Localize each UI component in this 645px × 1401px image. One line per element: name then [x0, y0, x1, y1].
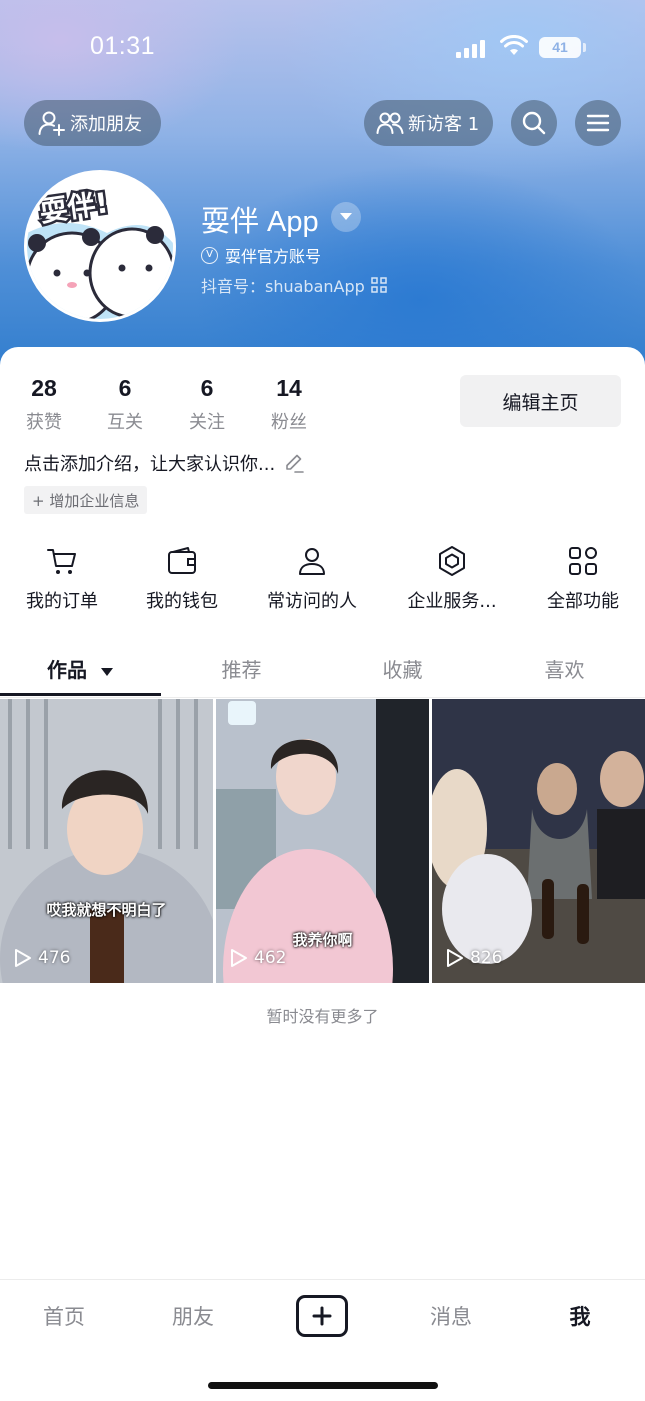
cellular-signal-icon — [456, 38, 486, 58]
stat-label: 互关 — [107, 412, 143, 433]
play-icon — [447, 949, 463, 967]
play-icon — [231, 949, 247, 967]
mascot-logo: 耍伴! — [27, 173, 173, 319]
add-enterprise-info-button[interactable]: + 增加企业信息 — [24, 486, 148, 514]
play-count-value: 826 — [470, 948, 503, 968]
video-caption: 我养你啊 — [292, 931, 353, 949]
stat-followers[interactable]: 14 粉丝 — [269, 375, 309, 434]
stat-value: 14 — [276, 375, 302, 401]
status-time: 01:31 — [90, 32, 156, 60]
nav-friends[interactable]: 朋友 — [153, 1301, 233, 1331]
play-count-value: 476 — [38, 948, 71, 968]
stat-value: 28 — [31, 375, 57, 401]
status-bar: 01:31 41 — [0, 0, 645, 95]
stat-label: 粉丝 — [271, 412, 307, 433]
stat-following[interactable]: 6 关注 — [187, 375, 227, 434]
video-thumbnail[interactable]: 我养你啊 462 — [216, 699, 429, 983]
add-person-icon — [38, 111, 65, 136]
wifi-icon — [500, 35, 528, 55]
tab-label: 作品 — [47, 658, 88, 682]
stat-value: 6 — [200, 375, 214, 401]
account-switch-button[interactable] — [331, 202, 361, 232]
edit-pencil-icon — [286, 454, 304, 473]
profile-name: 耍伴 App — [201, 206, 319, 238]
douyin-id-text: 抖音号：shuabanApp — [201, 277, 365, 296]
enterprise-services-button[interactable]: 企业服务... — [402, 543, 502, 613]
tab-divider — [0, 697, 645, 698]
battery-tip — [583, 43, 586, 52]
grid-icon — [569, 547, 597, 575]
plus-icon — [312, 1306, 332, 1326]
stat-value: 6 — [118, 375, 132, 401]
edit-profile-button[interactable]: 编辑主页 — [460, 375, 621, 427]
tab-recommended[interactable]: 推荐 — [161, 654, 322, 683]
bio-text: 点击添加介绍，让大家认识你... — [24, 454, 276, 475]
function-label: 常访问的人 — [267, 591, 357, 612]
video-cover-image — [432, 699, 645, 983]
play-count-value: 462 — [254, 948, 287, 968]
stat-label: 关注 — [189, 412, 225, 433]
create-post-button[interactable] — [296, 1295, 348, 1337]
content-tabs: 作品 推荐 收藏 喜欢 — [0, 640, 645, 697]
my-orders-button[interactable]: 我的订单 — [24, 543, 100, 613]
caret-down-icon — [100, 668, 113, 676]
stat-label: 获赞 — [26, 412, 62, 433]
chevron-down-icon — [340, 213, 352, 220]
stat-likes[interactable]: 28 获赞 — [24, 375, 64, 434]
nav-me[interactable]: 我 — [540, 1301, 620, 1331]
play-count: 826 — [446, 948, 502, 968]
function-label: 我的钱包 — [146, 591, 218, 612]
tab-works[interactable]: 作品 — [0, 654, 161, 683]
stat-mutual[interactable]: 6 互关 — [105, 375, 145, 434]
add-friend-label: 添加朋友 — [70, 114, 142, 135]
bio[interactable]: 点击添加介绍，让大家认识你... — [24, 450, 305, 476]
play-icon — [15, 949, 31, 967]
hamburger-menu-icon — [586, 114, 610, 132]
all-features-button[interactable]: 全部功能 — [545, 543, 621, 613]
wallet-icon — [168, 547, 196, 574]
no-more-content-label: 暂时没有更多了 — [266, 1007, 379, 1026]
add-friend-button[interactable]: 添加朋友 — [24, 100, 161, 146]
tab-likes[interactable]: 喜欢 — [484, 654, 645, 683]
search-button[interactable] — [511, 100, 557, 146]
play-count: 462 — [230, 948, 286, 968]
cart-icon — [47, 549, 76, 574]
verified-label: 耍伴官方账号 — [225, 247, 322, 266]
enterprise-icon — [439, 546, 465, 576]
function-label: 全部功能 — [547, 591, 619, 612]
tab-favorites[interactable]: 收藏 — [322, 654, 483, 683]
new-visitors-label: 新访客 1 — [408, 114, 480, 135]
douyin-id[interactable]: 抖音号：shuabanApp — [201, 273, 387, 297]
battery-level: 41 — [552, 39, 568, 55]
verified-icon: V — [201, 246, 218, 264]
frequent-visitors-button[interactable]: 常访问的人 — [264, 543, 360, 613]
qr-code-icon — [371, 277, 387, 293]
verification-info: V 耍伴官方账号 — [201, 243, 321, 267]
menu-button[interactable] — [575, 100, 621, 146]
new-visitors-button[interactable]: 新访客 1 — [364, 100, 493, 146]
visitors-icon — [376, 112, 404, 134]
play-count: 476 — [14, 948, 70, 968]
home-indicator — [208, 1382, 438, 1389]
battery-icon: 41 — [539, 37, 581, 58]
video-thumbnail[interactable]: 哎我就想不明白了 476 — [0, 699, 213, 983]
function-label: 我的订单 — [26, 591, 98, 612]
person-icon — [299, 548, 325, 575]
active-tab-indicator — [0, 693, 161, 696]
search-icon — [522, 111, 546, 135]
nav-home[interactable]: 首页 — [24, 1301, 104, 1331]
my-wallet-button[interactable]: 我的钱包 — [144, 543, 220, 613]
video-thumbnail[interactable]: 826 — [432, 699, 645, 983]
video-caption: 哎我就想不明白了 — [46, 901, 167, 919]
video-cover-image — [0, 699, 213, 983]
avatar[interactable]: 耍伴! — [24, 170, 176, 322]
function-label: 企业服务... — [407, 591, 497, 612]
nav-messages[interactable]: 消息 — [411, 1301, 491, 1331]
